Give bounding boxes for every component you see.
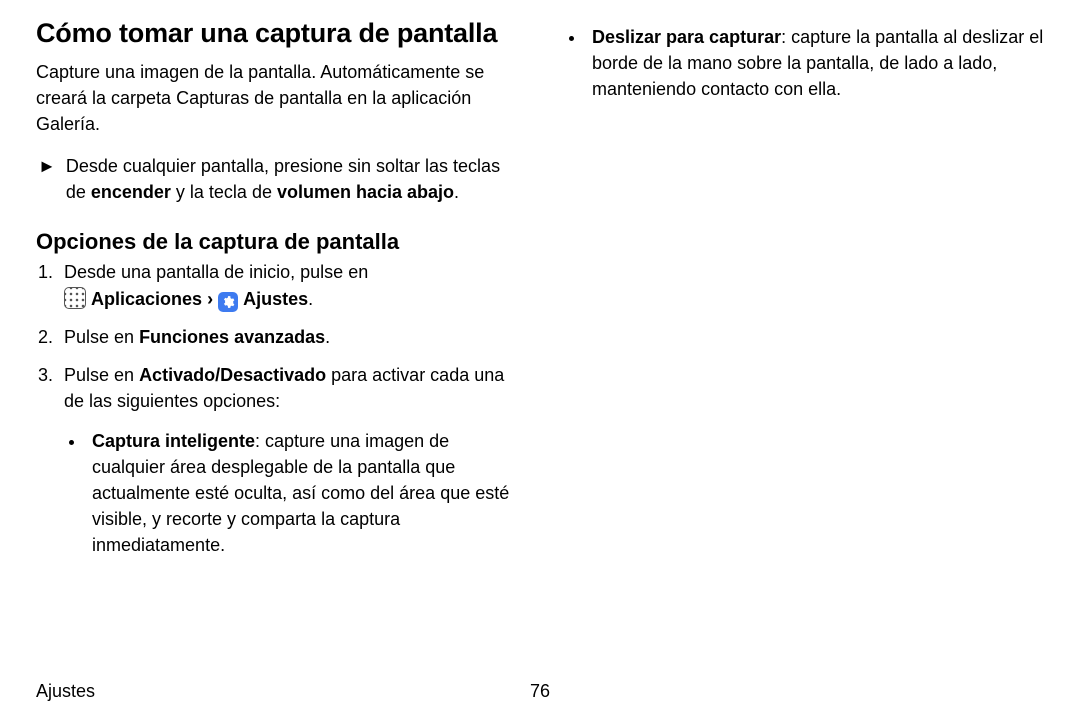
instr-mid: y la tecla de	[171, 182, 277, 202]
options-subheading: Opciones de la captura de pantalla	[36, 229, 516, 255]
step2-bold: Funciones avanzadas	[139, 327, 325, 347]
footer-page-number: 76	[530, 681, 550, 702]
page-columns: Cómo tomar una captura de pantalla Captu…	[0, 0, 1080, 660]
settings-gear-icon	[218, 292, 238, 312]
step3-bold: Activado/Desactivado	[139, 365, 326, 385]
step-1: Desde una pantalla de inicio, pulse en A…	[58, 259, 516, 311]
apps-label: Aplicaciones	[91, 289, 202, 309]
step3-prefix: Pulse en	[64, 365, 139, 385]
bullet-smart-capture: Captura inteligente: capture una imagen …	[86, 428, 516, 558]
page-footer: Ajustes 76	[36, 681, 1044, 702]
step1-period: .	[308, 289, 313, 309]
footer-section: Ajustes	[36, 681, 95, 702]
intro-paragraph: Capture una imagen de la pantalla. Autom…	[36, 59, 516, 137]
bullet1-bold: Captura inteligente	[92, 431, 255, 451]
instr-voldown: volumen hacia abajo	[277, 182, 454, 202]
primary-instruction: ► Desde cualquier pantalla, presione sin…	[36, 153, 516, 205]
column-left: Cómo tomar una captura de pantalla Captu…	[36, 18, 516, 660]
step2-suffix: .	[325, 327, 330, 347]
instr-suffix: .	[454, 182, 459, 202]
settings-label: Ajustes	[243, 289, 308, 309]
page-title: Cómo tomar una captura de pantalla	[36, 18, 516, 49]
triangle-marker-icon: ►	[38, 153, 56, 205]
step-3: Pulse en Activado/Desactivado para activ…	[58, 362, 516, 559]
instr-power: encender	[91, 182, 171, 202]
options-bullets-left: Captura inteligente: capture una imagen …	[64, 428, 516, 558]
step-2: Pulse en Funciones avanzadas.	[58, 324, 516, 350]
column-right: Deslizar para capturar: capture la panta…	[564, 18, 1044, 660]
steps-list: Desde una pantalla de inicio, pulse en A…	[36, 259, 516, 558]
apps-grid-icon	[64, 287, 86, 309]
chevron-right-icon: ›	[207, 289, 213, 309]
step1-line: Desde una pantalla de inicio, pulse en	[64, 262, 368, 282]
instruction-text: Desde cualquier pantalla, presione sin s…	[66, 153, 516, 205]
bullet2-bold: Deslizar para capturar	[592, 27, 781, 47]
bullet-palm-swipe: Deslizar para capturar: capture la panta…	[586, 24, 1044, 102]
step2-prefix: Pulse en	[64, 327, 139, 347]
options-bullets-right: Deslizar para capturar: capture la panta…	[564, 24, 1044, 102]
